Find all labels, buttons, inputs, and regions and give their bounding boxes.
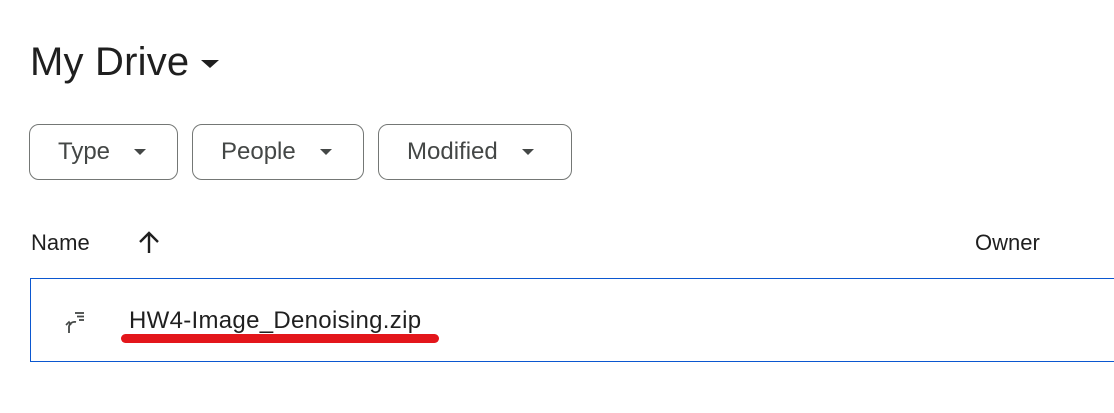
people-filter-chip[interactable]: People xyxy=(192,124,364,180)
my-drive-title-menu[interactable]: My Drive xyxy=(30,36,220,88)
caret-down-icon xyxy=(134,149,147,155)
zip-file-icon xyxy=(65,312,84,333)
caret-down-icon xyxy=(319,149,332,155)
caret-down-icon xyxy=(201,60,220,68)
modified-filter-chip[interactable]: Modified xyxy=(378,124,572,180)
caret-down-icon xyxy=(521,149,534,155)
modified-filter-label: Modified xyxy=(407,138,498,165)
table-row[interactable]: HW4-Image_Denoising.zip xyxy=(30,278,1114,362)
arrow-up-icon[interactable] xyxy=(137,230,161,256)
drive-page: My Drive Type People Modified Name Owner xyxy=(0,0,1114,413)
page-title: My Drive xyxy=(30,39,190,84)
name-column-header[interactable]: Name xyxy=(31,230,90,256)
people-filter-label: People xyxy=(221,138,296,165)
owner-column-header[interactable]: Owner xyxy=(975,230,1040,256)
filter-chips: Type People Modified xyxy=(29,124,572,180)
type-filter-chip[interactable]: Type xyxy=(29,124,178,180)
red-underline-annotation xyxy=(121,334,439,343)
file-name: HW4-Image_Denoising.zip xyxy=(129,307,422,334)
file-list-header: Name Owner xyxy=(0,226,1114,262)
type-filter-label: Type xyxy=(58,138,111,165)
